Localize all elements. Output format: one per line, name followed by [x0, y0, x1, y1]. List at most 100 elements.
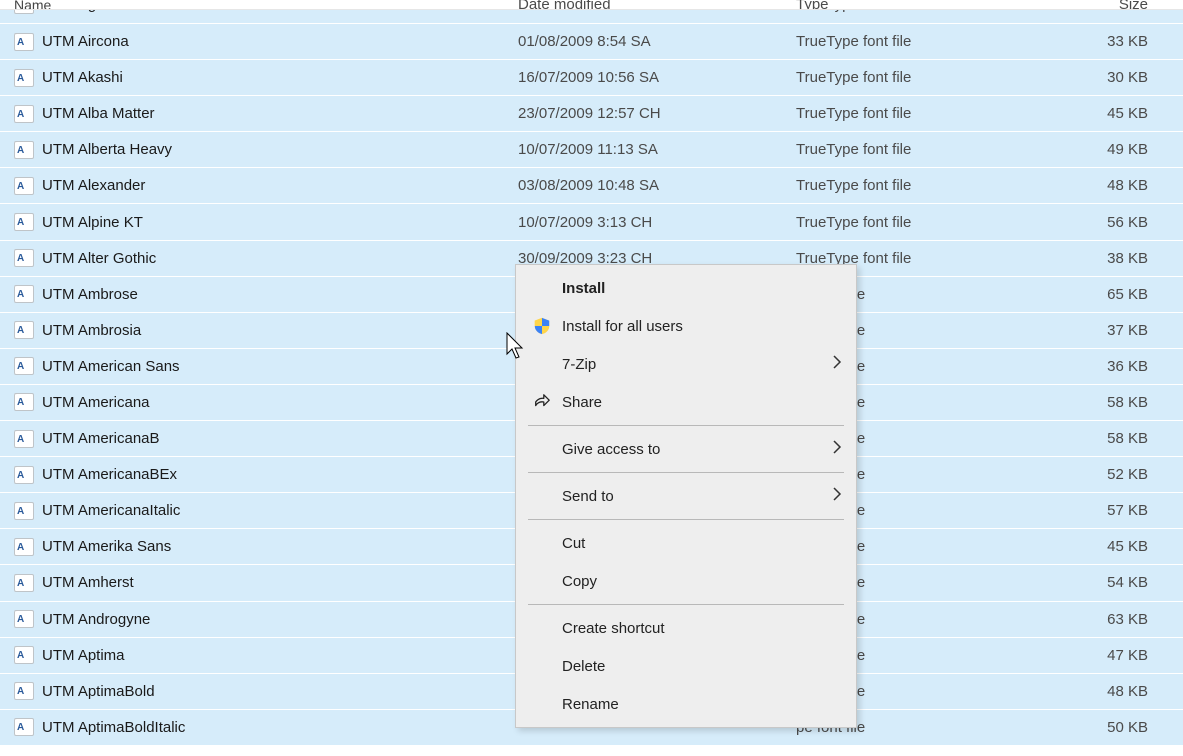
font-file-icon [14, 646, 34, 664]
font-file-icon [14, 141, 34, 159]
column-header: Name Date modified Type Size [0, 0, 1183, 10]
file-row[interactable]: UTM Aircona01/08/2009 8:54 SATrueType fo… [0, 24, 1183, 60]
menu-install-all-users[interactable]: Install for all users [516, 307, 856, 345]
file-name-label: UTM Amerika Sans [42, 538, 171, 555]
col-size-header[interactable]: Size [1036, 0, 1166, 10]
file-date: 16/07/2009 10:56 SA [518, 69, 796, 86]
file-type: TrueType font file [796, 214, 1036, 231]
file-name-cell: UTM Amherst [14, 574, 518, 592]
file-name-cell: UTM Alba Matter [14, 105, 518, 123]
col-name-header[interactable]: Name [14, 0, 518, 10]
file-date: 23/07/2009 12:57 CH [518, 105, 796, 122]
font-file-icon [14, 682, 34, 700]
chevron-right-icon [824, 487, 842, 505]
file-row[interactable]: UTM Alexander03/08/2009 10:48 SATrueType… [0, 168, 1183, 204]
file-name-cell: UTM AptimaBoldItalic [14, 718, 518, 736]
file-name-cell: UTM Americana [14, 393, 518, 411]
file-name-label: UTM Agin [42, 10, 108, 13]
file-name-cell: UTM Alpine KT [14, 213, 518, 231]
file-name-cell: UTM Alberta Heavy [14, 141, 518, 159]
file-name-label: UTM Alter Gothic [42, 250, 156, 267]
file-name-cell: UTM Aptima [14, 646, 518, 664]
file-size: 33 KB [1036, 33, 1166, 50]
file-type: TrueType font file [796, 105, 1036, 122]
file-size: 57 KB [1036, 502, 1166, 519]
file-row[interactable]: UTM Alba Matter23/07/2009 12:57 CHTrueTy… [0, 96, 1183, 132]
menu-7zip-label: 7-Zip [556, 356, 824, 373]
font-file-icon [14, 285, 34, 303]
file-date: 10/07/2009 3:13 CH [518, 214, 796, 231]
file-name-cell: UTM Ambrose [14, 285, 518, 303]
file-size: 50 KB [1036, 719, 1166, 736]
file-name-cell: UTM Androgyne [14, 610, 518, 628]
file-name-cell: UTM Alexander [14, 177, 518, 195]
col-date-header[interactable]: Date modified [518, 0, 796, 10]
font-file-icon [14, 33, 34, 51]
file-name-label: UTM Alpine KT [42, 214, 143, 231]
file-size: 48 KB [1036, 683, 1166, 700]
menu-separator [528, 425, 844, 426]
menu-share[interactable]: Share [516, 383, 856, 421]
font-file-icon [14, 321, 34, 339]
context-menu: Install Install for all users 7-Zip Shar… [515, 264, 857, 728]
file-name-label: UTM Aptima [42, 647, 125, 664]
menu-delete[interactable]: Delete [516, 647, 856, 685]
menu-rename[interactable]: Rename [516, 685, 856, 723]
file-size: 65 KB [1036, 286, 1166, 303]
file-size: 48 KB [1036, 177, 1166, 194]
file-row[interactable]: UTM Akashi16/07/2009 10:56 SATrueType fo… [0, 60, 1183, 96]
file-row[interactable]: UTM Alpine KT 10/07/2009 3:13 CHTrueType … [0, 204, 1183, 240]
menu-7zip[interactable]: 7-Zip [516, 345, 856, 383]
menu-cut[interactable]: Cut [516, 524, 856, 562]
font-file-icon [14, 466, 34, 484]
file-name-label: UTM American Sans [42, 358, 180, 375]
font-file-icon [14, 357, 34, 375]
file-name-cell: UTM AptimaBold [14, 682, 518, 700]
file-size: 37 KB [1036, 322, 1166, 339]
file-type: TrueType font file [796, 141, 1036, 158]
shield-icon [528, 317, 556, 335]
file-name-label: UTM Ambrose [42, 286, 138, 303]
menu-delete-label: Delete [556, 658, 842, 675]
file-name-label: UTM AmericanaB [42, 430, 160, 447]
file-type: TrueType font file [796, 10, 1036, 13]
file-size: 45 KB [1036, 538, 1166, 555]
share-icon [528, 393, 556, 411]
menu-install-all-label: Install for all users [556, 318, 842, 335]
file-size: 54 KB [1036, 574, 1166, 591]
file-name-cell: UTM AmericanaB [14, 430, 518, 448]
menu-give-access[interactable]: Give access to [516, 430, 856, 468]
file-name-label: UTM Amherst [42, 574, 134, 591]
menu-copy[interactable]: Copy [516, 562, 856, 600]
file-size: 56 KB [1036, 214, 1166, 231]
font-file-icon [14, 430, 34, 448]
file-type: TrueType font file [796, 69, 1036, 86]
chevron-right-icon [824, 440, 842, 458]
menu-separator [528, 604, 844, 605]
file-type: TrueType font file [796, 177, 1036, 194]
file-name-label: UTM Androgyne [42, 611, 150, 628]
menu-give-access-label: Give access to [556, 441, 824, 458]
menu-share-label: Share [556, 394, 842, 411]
file-date: 01/08/2009 8:54 SA [518, 33, 796, 50]
file-size: 58 KB [1036, 430, 1166, 447]
menu-copy-label: Copy [556, 573, 842, 590]
font-file-icon [14, 213, 34, 231]
col-type-header[interactable]: Type [796, 0, 1036, 10]
font-file-icon [14, 393, 34, 411]
menu-rename-label: Rename [556, 696, 842, 713]
file-row[interactable]: UTM Alberta Heavy10/07/2009 11:13 SATrue… [0, 132, 1183, 168]
menu-separator [528, 472, 844, 473]
menu-install-label: Install [556, 280, 842, 297]
file-size: 38 KB [1036, 250, 1166, 267]
file-name-cell: UTM AmericanaItalic [14, 502, 518, 520]
menu-create-shortcut[interactable]: Create shortcut [516, 609, 856, 647]
chevron-right-icon [824, 355, 842, 373]
menu-send-to[interactable]: Send to [516, 477, 856, 515]
file-name-label: UTM AmericanaBEx [42, 466, 177, 483]
file-row[interactable]: UTM Agin TrueType font file [0, 10, 1183, 24]
file-date: 03/08/2009 10:48 SA [518, 177, 796, 194]
font-file-icon [14, 502, 34, 520]
menu-install[interactable]: Install [516, 269, 856, 307]
file-size: 47 KB [1036, 647, 1166, 664]
